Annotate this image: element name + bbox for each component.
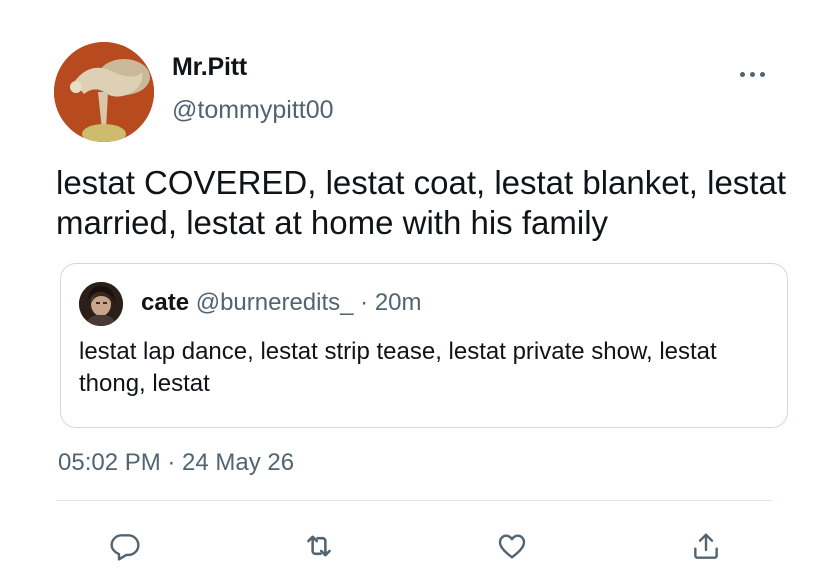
like-icon	[498, 534, 526, 559]
reply-button[interactable]	[107, 528, 143, 564]
author-handle[interactable]: @tommypitt00	[172, 96, 334, 125]
like-button[interactable]	[494, 528, 530, 564]
more-options-button[interactable]	[730, 62, 774, 86]
tweet-text: lestat COVERED, lestat coat, lestat blan…	[56, 164, 786, 241]
author-display-name[interactable]: Mr.Pitt	[172, 53, 247, 82]
tweet-timestamp[interactable]: 05:02 PM · 24 May 26	[58, 449, 294, 477]
share-icon	[694, 533, 718, 559]
divider	[56, 500, 772, 501]
more-dot-icon	[739, 71, 745, 77]
quoted-tweet[interactable]: cate @burneredits_ · 20m lestat lap danc…	[60, 263, 788, 428]
quoted-author-name: cate	[141, 289, 190, 316]
tweet[interactable]: Mr.Pitt @tommypitt00 lestat COVERED, les…	[0, 0, 828, 576]
more-dot-icon	[759, 71, 765, 77]
more-dot-icon	[749, 71, 755, 77]
retweet-icon	[307, 535, 331, 557]
quoted-author-avatar	[79, 282, 123, 326]
quoted-author-meta: @burneredits_ · 20m	[195, 289, 422, 316]
reply-icon	[110, 534, 140, 561]
avatar-image	[54, 42, 154, 142]
author-avatar[interactable]	[54, 42, 154, 142]
retweet-button[interactable]	[301, 528, 337, 564]
quoted-tweet-header: cate @burneredits_ · 20m	[141, 289, 422, 317]
quoted-avatar-image	[79, 282, 123, 326]
quoted-tweet-text: lestat lap dance, lestat strip tease, le…	[79, 338, 717, 397]
share-button[interactable]	[688, 528, 724, 564]
